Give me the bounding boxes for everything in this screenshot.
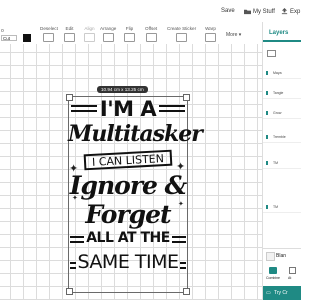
color-swatch[interactable]	[23, 34, 31, 42]
align-tool[interactable]: Align	[84, 26, 95, 42]
offset-label: Offset	[145, 26, 158, 31]
design-line-7: SAME TIME	[77, 251, 179, 273]
export-label: Exp	[290, 8, 301, 15]
svg-design: I'M A Multitasker I CAN LISTEN ✦ ✦ ✦ ✦ I…	[68, 96, 203, 293]
attach-icon	[289, 267, 296, 274]
toolbar-value: o	[1, 28, 4, 34]
arrange-tool[interactable]: Arrange	[100, 26, 116, 42]
layer-marker	[266, 135, 268, 139]
try-icon: ▭	[266, 290, 271, 296]
deselect-icon	[43, 33, 55, 42]
operation-value: Cut	[3, 36, 11, 41]
layer-marker	[266, 161, 268, 165]
size-label: 10.94 cm x 13.25 cm	[101, 87, 144, 92]
chevron-down-icon: ▾	[238, 32, 242, 38]
layer-item[interactable]: Grow	[263, 108, 301, 119]
edit-icon	[64, 33, 75, 42]
layers-tab-label: Layers	[269, 30, 289, 36]
top-bar: Save My Stuff Exp	[0, 0, 300, 23]
export-icon	[281, 8, 288, 15]
deselect-tool[interactable]: Deselect	[40, 26, 58, 42]
layer-item[interactable]: Tremble	[263, 132, 301, 143]
edit-label: Edit	[65, 26, 74, 31]
layer-item[interactable]: TM	[263, 202, 301, 213]
design-line-2: Multitasker	[68, 121, 203, 147]
align-icon	[84, 33, 95, 42]
export-button[interactable]: Exp	[281, 8, 300, 15]
save-label: Save	[221, 8, 235, 14]
offset-tool[interactable]: Offset	[145, 26, 157, 42]
warp-label: Warp	[205, 26, 216, 31]
layer-item-label: TM	[273, 205, 279, 209]
edit-tool[interactable]: Edit	[64, 26, 75, 42]
layer-item-label: TM	[273, 161, 279, 165]
my-stuff-label: My Stuff	[253, 8, 275, 15]
operation-select[interactable]: Cut	[1, 35, 17, 41]
create-sticker-tool[interactable]: Create Sticker	[167, 26, 196, 42]
attach-label: At	[288, 276, 292, 280]
layer-item[interactable]: Tangle	[263, 88, 301, 99]
layer-item-label: Grow	[273, 111, 282, 115]
size-tooltip: 10.94 cm x 13.25 cm	[97, 86, 148, 93]
layer-marker	[266, 111, 268, 115]
layers-panel: Layers Maya Tangle Grow Tremble TM TM Bl…	[262, 22, 301, 300]
design-line-5: Forget	[85, 200, 171, 229]
more-button[interactable]: More ▾	[226, 32, 241, 38]
layer-item[interactable]: Maya	[263, 68, 301, 79]
layer-item-label: Maya	[273, 71, 282, 75]
tab-layers[interactable]: Layers	[263, 22, 301, 42]
sticker-icon	[176, 33, 188, 42]
try-button[interactable]: ▭ Try Cr	[263, 286, 301, 300]
arrange-label: Arrange	[100, 26, 117, 31]
layer-item-label: Tremble	[273, 135, 286, 139]
combine-label: Combine	[266, 276, 281, 280]
blank-canvas-thumb	[266, 252, 275, 261]
warp-tool[interactable]: Warp	[205, 26, 216, 42]
save-button[interactable]: Save	[221, 8, 235, 14]
blank-canvas-label: Blan	[276, 253, 287, 259]
flip-icon	[124, 33, 135, 42]
layer-marker	[266, 91, 268, 95]
flip-tool[interactable]: Flip	[124, 26, 135, 42]
create-sticker-label: Create Sticker	[167, 26, 197, 31]
deselect-label: Deselect	[40, 26, 58, 31]
flip-label: Flip	[125, 26, 134, 31]
layer-marker	[266, 71, 268, 75]
warp-icon	[205, 33, 216, 42]
more-label: More	[226, 32, 238, 38]
folder-icon	[244, 9, 251, 15]
edit-toolbar: o Cut Deselect Edit Align Arrange Flip O…	[0, 22, 262, 45]
align-label: Align	[84, 26, 95, 31]
try-button-label: Try Cr	[274, 290, 288, 296]
layer-marker	[266, 205, 268, 209]
design-line-1: I'M A	[99, 97, 157, 121]
design-line-6: ALL AT THE	[86, 230, 170, 246]
combine-icon	[269, 267, 277, 274]
blank-canvas-row[interactable]: Blan	[263, 248, 301, 263]
design-canvas[interactable]: 10.94 cm x 13.25 cm I'M A Multitasker I …	[0, 44, 262, 300]
offset-icon	[145, 33, 157, 42]
my-stuff-button[interactable]: My Stuff	[244, 8, 275, 15]
layer-item[interactable]: TM	[263, 158, 301, 169]
layer-item-label: Tangle	[273, 91, 284, 95]
design-line-4: Ignore &	[69, 171, 187, 200]
group-icon[interactable]	[267, 50, 276, 57]
arrange-icon	[102, 33, 114, 42]
